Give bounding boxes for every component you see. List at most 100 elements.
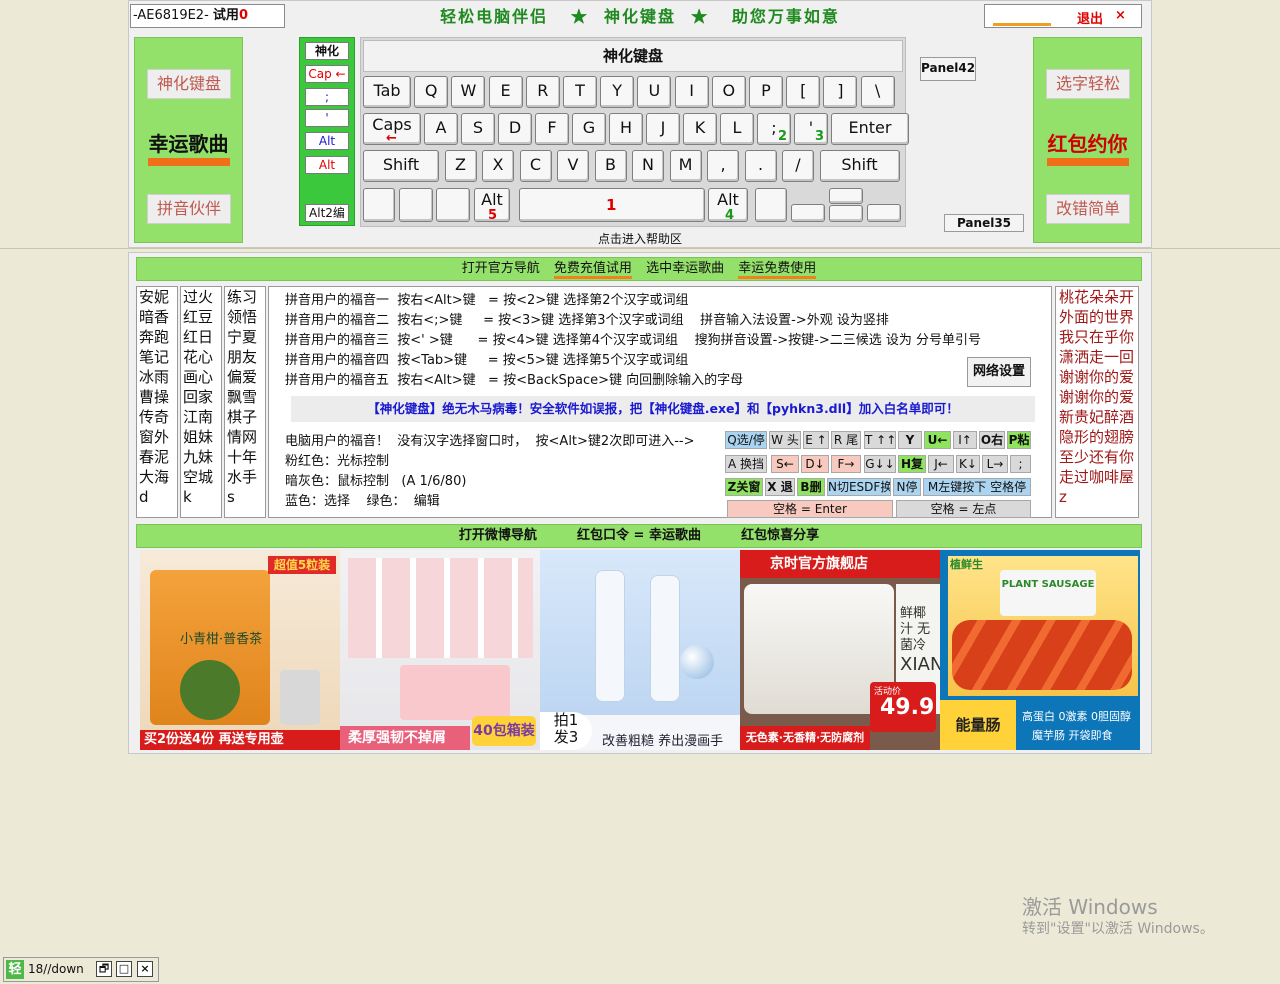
cmd-s-left[interactable]: S← xyxy=(771,455,799,473)
red-packet-share-link[interactable]: 红包惊喜分享 xyxy=(741,528,819,543)
help-area-link[interactable]: 点击进入帮助区 xyxy=(560,230,720,247)
free-trial-link[interactable]: 免费充值试用 xyxy=(553,261,632,279)
key-arrow-right[interactable] xyxy=(867,204,901,222)
cmd-semicolon[interactable]: ; xyxy=(1010,455,1031,473)
close-icon[interactable]: × xyxy=(1115,8,1126,23)
mode-semicolon-button[interactable]: ; xyxy=(305,88,349,106)
key-k[interactable]: K xyxy=(683,113,717,145)
easy-correct-button[interactable]: 改错简单 xyxy=(1046,194,1130,224)
cmd-o-right[interactable]: O右 xyxy=(979,431,1005,449)
mode-alt-right-button[interactable]: Alt xyxy=(305,156,349,174)
key-c[interactable]: C xyxy=(519,150,552,182)
key-arrow-left[interactable] xyxy=(791,204,825,222)
cmd-e-up[interactable]: E ↑ xyxy=(803,431,829,449)
official-nav-link[interactable]: 打开官方导航 xyxy=(462,261,540,276)
key-g[interactable]: G xyxy=(572,113,606,145)
key-symbol[interactable]: / xyxy=(782,150,814,182)
list-item[interactable]: 桃花朵朵开 xyxy=(1059,287,1138,307)
red-packet-code[interactable]: 红包口令 = 幸运歌曲 xyxy=(577,528,701,543)
key-h[interactable]: H xyxy=(609,113,643,145)
key-shift[interactable]: Shift xyxy=(819,150,900,182)
key-l[interactable]: L xyxy=(720,113,754,145)
cmd-i-up[interactable]: I↑ xyxy=(953,431,977,449)
cmd-n-switch[interactable]: N切ESDF换 xyxy=(827,478,891,496)
key-a[interactable]: A xyxy=(424,113,458,145)
key-e[interactable]: E xyxy=(488,76,523,108)
key-i[interactable]: I xyxy=(674,76,709,108)
key-y[interactable]: Y xyxy=(600,76,635,108)
key-blank[interactable] xyxy=(436,188,470,222)
ad-tea[interactable]: 小青柑·普香茶 超值5粒装 买2份送4份 再送专用壶 xyxy=(140,550,340,750)
key-blank[interactable] xyxy=(399,188,433,222)
list-item[interactable]: 水手 xyxy=(227,467,265,487)
list-item[interactable]: 花心 xyxy=(183,347,221,367)
key-arrow-down[interactable] xyxy=(829,205,863,222)
key-m[interactable]: M xyxy=(669,150,702,182)
cmd-g-downdown[interactable]: G↓↓ xyxy=(864,455,896,473)
space-enter-toggle[interactable]: 空格 = Enter xyxy=(727,500,893,518)
key-u[interactable]: U xyxy=(637,76,672,108)
list-item[interactable]: 宁夏 xyxy=(227,327,265,347)
list-item[interactable]: 至少还有你 xyxy=(1059,447,1138,467)
list-item[interactable]: 飘雪 xyxy=(227,387,265,407)
key-o[interactable]: O xyxy=(711,76,746,108)
key-symbol[interactable]: , xyxy=(707,150,739,182)
weibo-nav-link[interactable]: 打开微博导航 xyxy=(459,528,537,543)
list-item[interactable]: 走过咖啡屋 xyxy=(1059,467,1138,487)
list-item[interactable]: 隐形的翅膀 xyxy=(1059,427,1138,447)
list-item[interactable]: 十年 xyxy=(227,447,265,467)
key-p[interactable]: P xyxy=(749,76,783,108)
list-item[interactable]: 春泥 xyxy=(139,447,177,467)
key-r[interactable]: R xyxy=(525,76,560,108)
key-b[interactable]: B xyxy=(594,150,627,182)
key-enter[interactable]: Enter xyxy=(831,113,909,145)
key-symbol[interactable]: ' 3 xyxy=(794,113,828,145)
cmd-l-right[interactable]: L→ xyxy=(982,455,1008,473)
cmd-t-upup[interactable]: T ↑↑ xyxy=(864,431,896,449)
list-item[interactable]: 我只在乎你 xyxy=(1059,327,1138,347)
shenhua-keyboard-button[interactable]: 神化键盘 xyxy=(147,69,231,99)
list-item[interactable]: 过火 xyxy=(183,287,221,307)
cmd-d-down[interactable]: D↓ xyxy=(801,455,829,473)
list-item[interactable]: 外面的世界 xyxy=(1059,307,1138,327)
ad-sausage[interactable]: 植鲜生 PLANT SAUSAGE 能量肠 高蛋白 0激素 0胆固醇 魔芋肠 开… xyxy=(940,550,1140,750)
list-item[interactable]: 领悟 xyxy=(227,307,265,327)
list-item[interactable]: z xyxy=(1059,487,1138,507)
key-q[interactable]: Q xyxy=(414,76,449,108)
list-item[interactable]: 练习 xyxy=(227,287,265,307)
serial-field[interactable]: -AE6819E2- 试用0 xyxy=(130,4,285,28)
list-item[interactable]: 传奇 xyxy=(139,407,177,427)
list-item[interactable]: 新贵妃醉酒 xyxy=(1059,407,1138,427)
mode-title[interactable]: 神化 xyxy=(305,42,349,60)
key-x[interactable]: X xyxy=(482,150,514,182)
key-symbol[interactable]: ] xyxy=(823,76,858,108)
key-caps[interactable]: Caps ← xyxy=(363,113,421,145)
list-item[interactable]: 红日 xyxy=(183,327,221,347)
key-symbol[interactable]: ; 2 xyxy=(757,113,791,145)
minimized-window[interactable]: 轻 18//down 🗗 □ × xyxy=(3,957,159,982)
ad-handcream[interactable]: 拍1 发3 改善粗糙 养出漫画手 xyxy=(540,550,740,750)
key-z[interactable]: Z xyxy=(444,150,477,182)
cmd-j-left[interactable]: J← xyxy=(928,455,954,473)
cmd-z-close[interactable]: Z关窗 xyxy=(725,478,763,496)
cmd-q-select[interactable]: Q选/停 xyxy=(725,431,767,449)
list-item[interactable]: 谢谢你的爱 xyxy=(1059,387,1138,407)
list-item[interactable]: 空城 xyxy=(183,467,221,487)
key-arrow-up[interactable] xyxy=(829,188,863,204)
key-blank[interactable] xyxy=(755,188,787,222)
list-item[interactable]: 姐妹 xyxy=(183,427,221,447)
list-item[interactable]: 画心 xyxy=(183,367,221,387)
mode-quote-button[interactable]: ' xyxy=(305,109,349,127)
cmd-r-end[interactable]: R 尾 xyxy=(831,431,861,449)
key-shift[interactable]: Shift xyxy=(363,150,439,182)
list-item[interactable]: 潇洒走一回 xyxy=(1059,347,1138,367)
mode-cap-button[interactable]: Cap ← xyxy=(305,65,349,83)
lucky-songs-button[interactable]: 幸运歌曲 xyxy=(135,128,242,157)
list-item[interactable]: 安妮 xyxy=(139,287,177,307)
pinyin-partner-button[interactable]: 拼音伙伴 xyxy=(147,194,231,224)
list-item[interactable]: 朋友 xyxy=(227,347,265,367)
ad-tissue[interactable]: 柔厚强韧不掉屑 40包箱装 xyxy=(340,550,540,750)
select-lucky-song-link[interactable]: 选中幸运歌曲 xyxy=(646,261,724,276)
list-item[interactable]: 奔跑 xyxy=(139,327,177,347)
key-blank[interactable] xyxy=(363,188,395,222)
